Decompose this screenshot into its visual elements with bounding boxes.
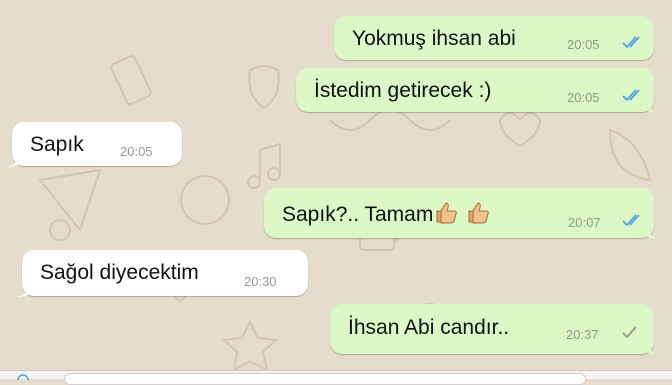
message-time: 20:30 — [244, 274, 277, 289]
message-time: 20:07 — [568, 215, 601, 230]
double-check-icon — [622, 214, 640, 227]
incoming-message[interactable]: Sağol diyecektim 20:30 — [16, 250, 308, 297]
outgoing-message[interactable]: İstedim getirecek :) 20:05 — [296, 68, 660, 113]
message-text: Sapık — [30, 133, 84, 156]
outgoing-message[interactable]: İhsan Abi candır.. 20:37 — [330, 304, 660, 355]
chat-thread[interactable]: Yokmuş ihsan abi 20:05 İstedim getirecek… — [0, 0, 672, 378]
outgoing-message[interactable]: Sapık?.. Tamam 20:07 — [264, 188, 660, 239]
single-check-icon — [622, 326, 637, 339]
message-text: Yokmuş ihsan abi — [352, 27, 516, 50]
message-time: 20:05 — [567, 37, 600, 52]
bubble-tail — [646, 225, 660, 239]
message-time: 20:37 — [566, 327, 599, 342]
message-time: 20:05 — [120, 144, 153, 159]
bubble-tail — [646, 341, 660, 355]
message-time: 20:05 — [567, 90, 600, 105]
message-text: Sağol diyecektim — [40, 261, 199, 284]
thumbs-up-icon — [436, 202, 458, 224]
outgoing-message[interactable]: Yokmuş ihsan abi 20:05 — [334, 16, 654, 60]
incoming-message[interactable]: Sapık 20:05 — [6, 122, 182, 167]
double-check-icon — [622, 89, 640, 102]
message-input[interactable] — [64, 373, 586, 385]
bubble-tail — [16, 283, 30, 297]
camera-icon[interactable] — [12, 372, 34, 380]
double-check-icon — [622, 36, 640, 49]
message-text: İhsan Abi candır.. — [348, 316, 510, 339]
thumbs-up-icon — [468, 202, 490, 224]
message-text: Sapık?.. Tamam — [282, 200, 490, 227]
bubble-tail — [6, 153, 20, 167]
message-text: İstedim getirecek :) — [314, 79, 492, 102]
bubble-tail — [646, 99, 660, 113]
